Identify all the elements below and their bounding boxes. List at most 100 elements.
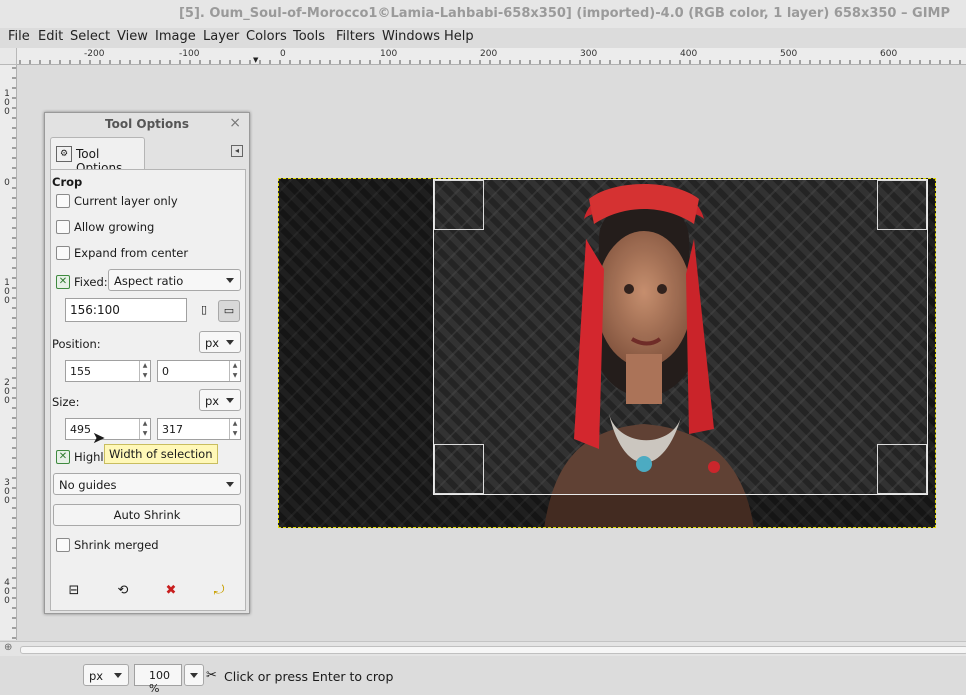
position-label: Position: [52, 337, 101, 351]
crop-handle-top-right[interactable] [877, 180, 927, 230]
current-layer-only-checkbox[interactable] [56, 194, 70, 208]
fixed-checkbox[interactable]: ✕ [56, 275, 70, 289]
menu-bar: File Edit Select View Image Layer Colors… [0, 28, 966, 48]
scrollbar-thumb[interactable] [20, 646, 966, 654]
zoom-dropdown[interactable] [184, 664, 204, 686]
menu-edit[interactable]: Edit [38, 29, 63, 44]
position-x-value: 155 [70, 365, 91, 378]
menu-colors[interactable]: Colors [246, 29, 287, 44]
tool-options-icon: ⚙ [56, 146, 72, 162]
title-bar: [5]. Oum_Soul-of-Morocco1©Lamia-Lahbabi-… [0, 0, 966, 28]
vertical-ruler[interactable]: 100 0 100 200 300 400 [0, 65, 17, 640]
auto-shrink-button[interactable]: Auto Shrink [53, 504, 241, 526]
close-icon[interactable]: × [229, 115, 241, 131]
tooltip: Width of selection [104, 444, 218, 464]
guides-dropdown[interactable]: No guides [53, 473, 241, 495]
crop-outside-shade [433, 495, 928, 527]
chevron-down-icon [226, 278, 234, 283]
horizontal-ruler[interactable]: -200 -100 0 100 200 300 400 500 600 ▼ [17, 48, 966, 65]
crop-handle-top-left[interactable] [434, 180, 484, 230]
position-unit-value: px [205, 336, 220, 350]
save-options-icon[interactable]: ⊟ [66, 583, 82, 599]
highlight-checkbox[interactable]: ✕ [56, 450, 70, 464]
chevron-down-icon [226, 340, 234, 345]
menu-tools[interactable]: Tools [293, 29, 325, 44]
zoom-field[interactable]: 100 % [134, 664, 182, 695]
reset-icon[interactable]: ⤾ [211, 583, 227, 599]
ruler-label: 300 [4, 478, 10, 506]
chevron-down-icon [114, 673, 122, 678]
ruler-label: 100 [4, 89, 10, 117]
shrink-merged-checkbox[interactable] [56, 538, 70, 552]
size-height-field[interactable]: 317 ▲ ▼ [157, 418, 241, 440]
portrait-icon[interactable]: ▯ [193, 300, 215, 322]
position-unit-dropdown[interactable]: px [199, 331, 241, 353]
position-x-field[interactable]: 155 ▲ ▼ [65, 360, 151, 382]
crop-handle-bottom-right[interactable] [877, 444, 927, 494]
spin-arrows-icon[interactable]: ▲ ▼ [139, 361, 150, 381]
ruler-label: 0 [280, 49, 286, 59]
menu-layer[interactable]: Layer [203, 29, 239, 44]
zoom-value: 100 % [149, 669, 170, 695]
aspect-ratio-field[interactable]: 156:100 [65, 298, 187, 322]
navigate-icon[interactable]: ⊕ [4, 642, 12, 653]
current-layer-only-label: Current layer only [74, 194, 178, 208]
chevron-down-icon [226, 482, 234, 487]
restore-options-icon[interactable]: ⟲ [115, 583, 131, 599]
fixed-label: Fixed: [74, 275, 108, 289]
spin-arrows-icon[interactable]: ▲ ▼ [229, 419, 240, 439]
tab-tool-options[interactable]: ⚙ Tool Options [50, 137, 145, 175]
status-bar: px 100 % ✂ Click or press Enter to crop [0, 656, 966, 695]
position-y-field[interactable]: 0 ▲ ▼ [157, 360, 241, 382]
chevron-down-icon [190, 673, 198, 678]
guides-value: No guides [59, 478, 117, 492]
menu-windows[interactable]: Windows [382, 29, 440, 44]
spin-arrows-icon[interactable]: ▲ ▼ [229, 361, 240, 381]
ruler-pointer-icon: ▼ [253, 56, 259, 64]
allow-growing-label: Allow growing [74, 220, 155, 234]
landscape-icon[interactable]: ▭ [218, 300, 240, 322]
menu-image[interactable]: Image [155, 29, 196, 44]
size-width-field[interactable]: 495 ▲ ▼ [65, 418, 151, 440]
ruler-label: 300 [580, 49, 598, 59]
tool-options-panel: Crop Current layer only Allow growing Ex… [50, 169, 246, 611]
ruler-corner-button[interactable] [0, 48, 17, 65]
dialog-titlebar[interactable]: Tool Options × [45, 113, 249, 135]
unit-dropdown[interactable]: px [83, 664, 129, 686]
menu-select[interactable]: Select [70, 29, 110, 44]
dialog-title: Tool Options [105, 117, 189, 131]
section-title: Crop [52, 175, 83, 189]
shrink-merged-label: Shrink merged [74, 538, 159, 552]
allow-growing-checkbox[interactable] [56, 220, 70, 234]
size-unit-dropdown[interactable]: px [199, 389, 241, 411]
ruler-label: 500 [780, 49, 798, 59]
ruler-label: 200 [4, 378, 10, 406]
spin-arrows-icon[interactable]: ▲ ▼ [139, 419, 150, 439]
window-title: [5]. Oum_Soul-of-Morocco1©Lamia-Lahbabi-… [178, 6, 950, 21]
vertical-ruler-ticks [12, 67, 16, 639]
expand-from-center-checkbox[interactable] [56, 246, 70, 260]
delete-icon[interactable]: ✖ [163, 583, 179, 599]
aspect-ratio-value: 156:100 [70, 303, 120, 317]
menu-view[interactable]: View [117, 29, 148, 44]
tab-menu-icon[interactable]: ◂ [231, 145, 243, 157]
unit-value: px [89, 669, 104, 683]
ruler-label: 100 [4, 278, 10, 306]
horizontal-scrollbar[interactable]: ⊕ [0, 641, 966, 656]
size-width-value: 495 [70, 423, 91, 436]
fixed-mode-dropdown[interactable]: Aspect ratio [108, 269, 241, 291]
expand-from-center-label: Expand from center [74, 246, 189, 260]
ruler-label: 400 [4, 578, 10, 606]
menu-filters[interactable]: Filters [336, 29, 375, 44]
mouse-cursor-icon: ➤ [92, 428, 106, 447]
ruler-label: -200 [84, 49, 105, 59]
crop-handle-bottom-left[interactable] [434, 444, 484, 494]
image-canvas[interactable] [278, 178, 936, 528]
menu-help[interactable]: Help [444, 29, 474, 44]
crop-outside-shade [928, 179, 935, 527]
crop-rectangle[interactable] [433, 179, 928, 495]
menu-file[interactable]: File [8, 29, 30, 44]
ruler-label: -100 [179, 49, 200, 59]
crop-tool-icon: ✂ [206, 668, 217, 683]
ruler-label: 400 [680, 49, 698, 59]
